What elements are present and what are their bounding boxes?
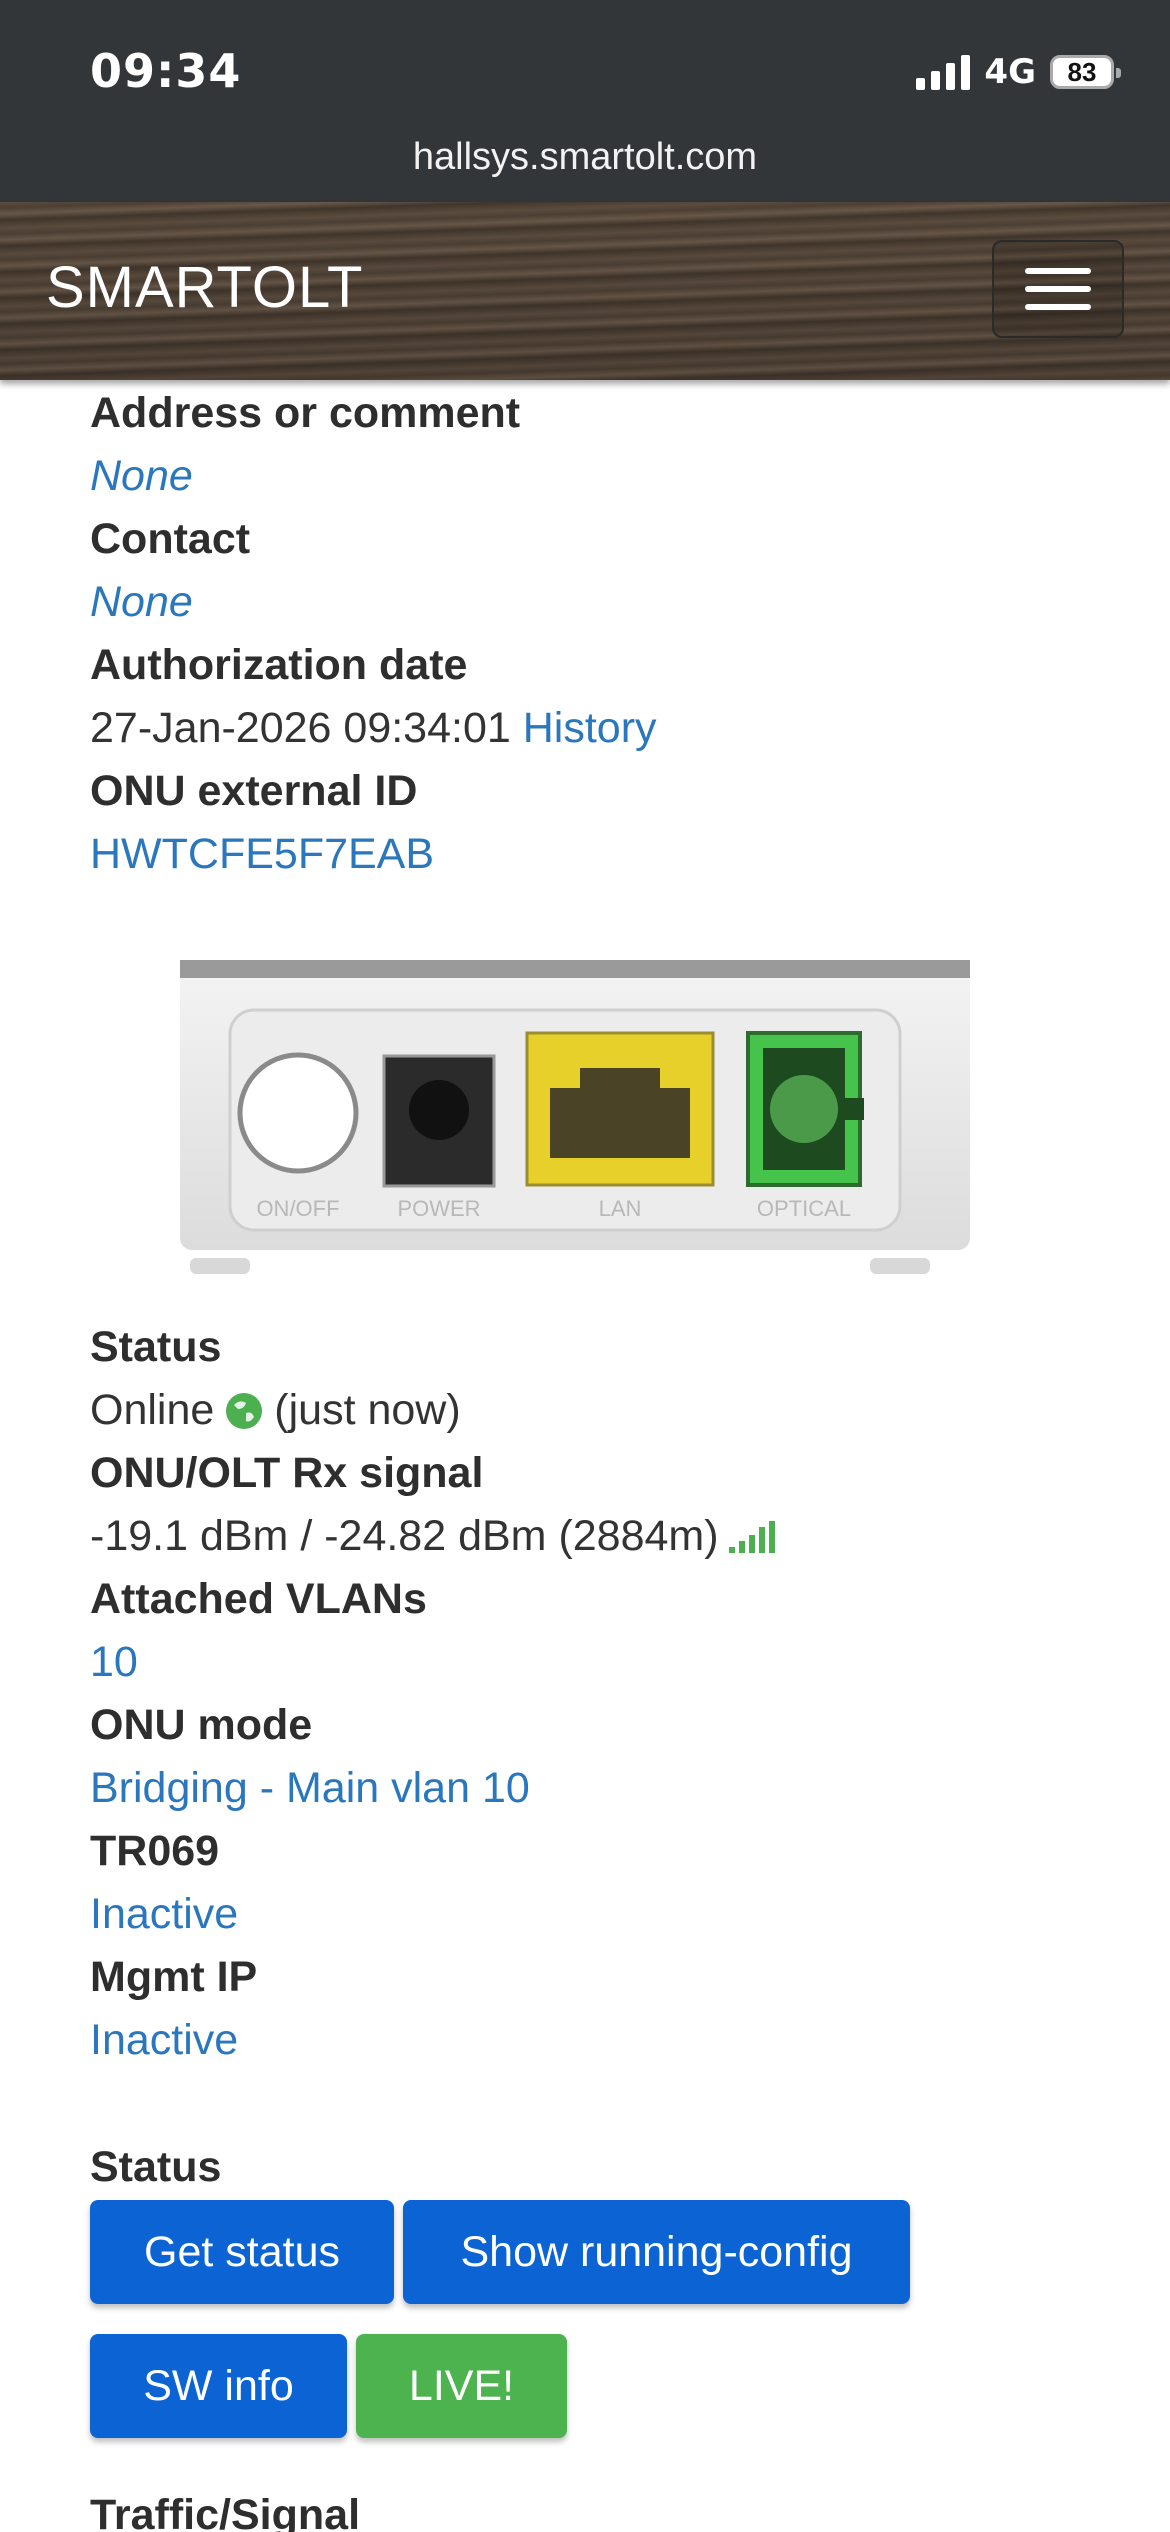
vlans-label: Attached VLANs xyxy=(90,1575,427,1623)
show-running-config-button[interactable]: Show running-config xyxy=(403,2200,910,2304)
contact-value[interactable]: None xyxy=(90,571,193,634)
port-label-lan: LAN xyxy=(599,1196,642,1221)
history-link[interactable]: History xyxy=(523,704,657,752)
menu-toggle-button[interactable] xyxy=(992,240,1124,338)
brand-logo[interactable]: SMARTOLT xyxy=(46,254,363,321)
tr069-label: TR069 xyxy=(90,1827,220,1875)
tr069-value[interactable]: Inactive xyxy=(90,1883,238,1946)
status-bar: 09:34 4G 83 hallsys.smartolt.com xyxy=(0,0,1170,202)
onu-mode-value[interactable]: Bridging - Main vlan 10 xyxy=(90,1757,530,1820)
status-icons: 4G 83 xyxy=(916,52,1121,92)
clock: 09:34 xyxy=(90,44,242,98)
globe-icon xyxy=(226,1392,263,1429)
cellular-signal-icon xyxy=(916,54,971,90)
status-time: (just now) xyxy=(274,1386,461,1434)
address-value[interactable]: None xyxy=(90,445,193,508)
mgmt-ip-label: Mgmt IP xyxy=(90,1953,258,2001)
sw-info-button[interactable]: SW info xyxy=(90,2334,347,2438)
mgmt-ip-value[interactable]: Inactive xyxy=(90,2009,238,2072)
battery-level: 83 xyxy=(1067,56,1097,87)
traffic-signal-heading: Traffic/Signal xyxy=(90,2491,361,2532)
live-button[interactable]: LIVE! xyxy=(356,2334,567,2438)
contact-label: Contact xyxy=(90,515,251,563)
authorization-date-value: 27-Jan-2026 09:34:01 xyxy=(90,704,511,752)
onu-device-image: ON/OFF POWER LAN OPTICAL xyxy=(180,960,970,1274)
port-label-optical: OPTICAL xyxy=(757,1196,851,1221)
port-label-power: POWER xyxy=(397,1196,480,1221)
network-type: 4G xyxy=(984,52,1036,92)
address-label: Address or comment xyxy=(90,389,521,437)
external-id-value[interactable]: HWTCFE5F7EAB xyxy=(90,823,434,886)
status-row: Online (just now) xyxy=(90,1379,461,1442)
status-value: Online xyxy=(90,1386,215,1434)
onu-mode-label: ONU mode xyxy=(90,1701,313,1749)
hamburger-icon xyxy=(1025,268,1091,274)
status-label: Status xyxy=(90,1323,222,1371)
actions-section-label: Status xyxy=(90,2143,222,2191)
get-status-button[interactable]: Get status xyxy=(90,2200,394,2304)
rx-signal-label: ONU/OLT Rx signal xyxy=(90,1449,484,1497)
port-label-onoff: ON/OFF xyxy=(256,1196,339,1221)
authorization-date-label: Authorization date xyxy=(90,641,468,689)
battery-icon: 83 xyxy=(1050,55,1121,89)
vlans-value[interactable]: 10 xyxy=(90,1631,138,1694)
signal-strength-icon xyxy=(728,1520,775,1553)
rx-signal-row: -19.1 dBm / -24.82 dBm (2884m) xyxy=(90,1505,777,1568)
navbar: SMARTOLT xyxy=(0,202,1170,380)
url-bar[interactable]: hallsys.smartolt.com xyxy=(0,136,1170,179)
authorization-date-row: 27-Jan-2026 09:34:01 History xyxy=(90,697,657,760)
rx-signal-value: -19.1 dBm / -24.82 dBm (2884m) xyxy=(90,1512,719,1560)
external-id-label: ONU external ID xyxy=(90,767,418,815)
